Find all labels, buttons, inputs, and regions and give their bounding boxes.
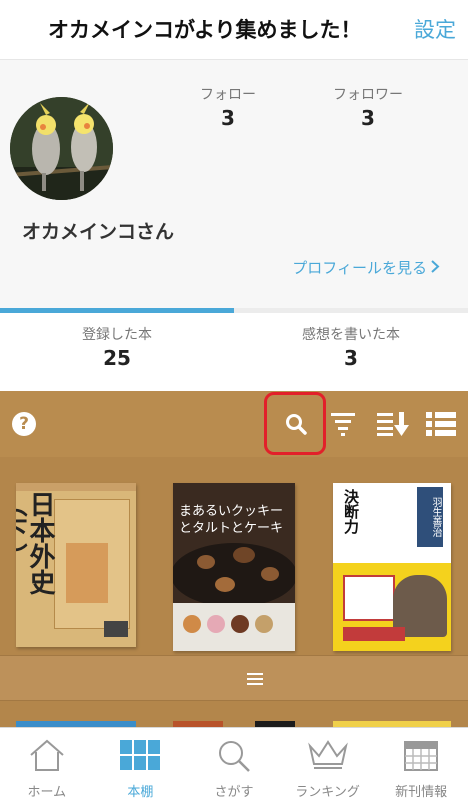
username: オカメインコさん bbox=[22, 221, 175, 243]
view-profile-label: プロフィールを見る bbox=[292, 259, 427, 277]
active-tab-indicator bbox=[0, 308, 234, 313]
follow-count[interactable]: フォロー 3 bbox=[163, 84, 293, 130]
nav-bookshelf-label: 本棚 bbox=[127, 785, 154, 800]
follow-number: 3 bbox=[221, 106, 235, 130]
filter-icon[interactable] bbox=[331, 411, 355, 437]
search-icon bbox=[286, 414, 307, 435]
tab-registered-label: 登録した本 bbox=[82, 327, 152, 343]
book-title: まあるいクッキーとタルトとケーキ bbox=[179, 504, 284, 536]
nav-home-label: ホーム bbox=[27, 785, 67, 800]
nav-bookshelf[interactable]: 本棚 bbox=[94, 728, 188, 800]
nav-ranking-label: ランキング bbox=[295, 785, 360, 800]
book-cover-banner bbox=[343, 575, 395, 621]
book-publisher-label bbox=[104, 621, 128, 637]
cookie bbox=[197, 555, 215, 569]
book-cover-map-region bbox=[66, 543, 108, 603]
nav-new-releases-label: 新刊情報 bbox=[395, 785, 448, 800]
follower-count[interactable]: フォロワー 3 bbox=[303, 84, 433, 130]
sweet bbox=[183, 615, 201, 633]
sweet bbox=[255, 615, 273, 633]
follow-label: フォロー bbox=[200, 87, 256, 103]
chevron-right-icon bbox=[431, 259, 440, 277]
profile-section: フォロー 3 フォロワー 3 オカメインコさん プロフィールを見る bbox=[0, 60, 468, 308]
book-cover-red-band bbox=[343, 627, 405, 641]
book-cover-nihon-gaishi[interactable]: 日本外史（下） bbox=[16, 483, 136, 647]
page-title: オカメインコがより集めました！ bbox=[48, 18, 362, 42]
nav-search-label: さがす bbox=[214, 785, 254, 800]
book-cover-band bbox=[16, 483, 136, 491]
bottom-navigation: ホーム 本棚 さがす ランキング 新刊情報 bbox=[0, 727, 468, 800]
calendar-icon bbox=[404, 741, 439, 771]
shelf-toolbar: ? bbox=[0, 391, 468, 457]
tab-reviewed-label: 感想を書いた本 bbox=[302, 327, 400, 343]
tab-track bbox=[234, 308, 468, 313]
tab-reviewed-count: 3 bbox=[344, 346, 358, 370]
tab-reviewed-books[interactable]: 感想を書いた本 3 bbox=[234, 324, 468, 370]
sweet bbox=[231, 615, 249, 633]
tab-registered-count: 25 bbox=[103, 346, 131, 370]
follower-number: 3 bbox=[361, 106, 375, 130]
help-icon[interactable]: ? bbox=[12, 412, 36, 436]
search-button[interactable] bbox=[264, 392, 326, 455]
follower-label: フォロワー bbox=[333, 87, 403, 103]
view-profile-link[interactable]: プロフィールを見る bbox=[292, 257, 440, 278]
home-icon bbox=[30, 739, 64, 771]
sort-icon[interactable] bbox=[377, 411, 409, 437]
nav-new-releases[interactable]: 新刊情報 bbox=[374, 728, 468, 800]
cookie bbox=[261, 567, 279, 581]
app-header: オカメインコがより集めました！ 設定 bbox=[0, 0, 468, 60]
book-tabs: 登録した本 25 感想を書いた本 3 bbox=[0, 308, 468, 391]
book-title: 日本外史（下） bbox=[16, 491, 55, 595]
shelf-divider[interactable] bbox=[0, 655, 468, 701]
nav-ranking[interactable]: ランキング bbox=[281, 728, 375, 800]
book-cover-cookies[interactable]: まあるいクッキーとタルトとケーキ bbox=[173, 483, 295, 651]
book-cover-ketsudanryoku[interactable]: 決断力 羽生善治 bbox=[333, 483, 451, 651]
book-author: 羽生善治 bbox=[417, 487, 443, 547]
nav-home[interactable]: ホーム bbox=[0, 728, 94, 800]
list-view-icon[interactable] bbox=[426, 411, 456, 437]
cockatiel-avatar-icon[interactable] bbox=[10, 97, 113, 200]
settings-button[interactable]: 設定 bbox=[414, 14, 456, 44]
nav-search[interactable]: さがす bbox=[187, 728, 281, 800]
cookie bbox=[215, 577, 235, 592]
cookie bbox=[233, 547, 255, 563]
book-title: 決断力 bbox=[342, 489, 360, 534]
tab-registered-books[interactable]: 登録した本 25 bbox=[0, 324, 234, 370]
bookshelf: 日本外史（下） まあるいクッキーとタルトとケーキ 決断力 羽生善治 bbox=[0, 457, 468, 727]
bookshelf-icon bbox=[120, 740, 161, 770]
search-icon bbox=[218, 741, 250, 772]
sweet bbox=[207, 615, 225, 633]
crown-icon bbox=[307, 740, 348, 769]
drag-handle-icon[interactable] bbox=[247, 673, 263, 688]
